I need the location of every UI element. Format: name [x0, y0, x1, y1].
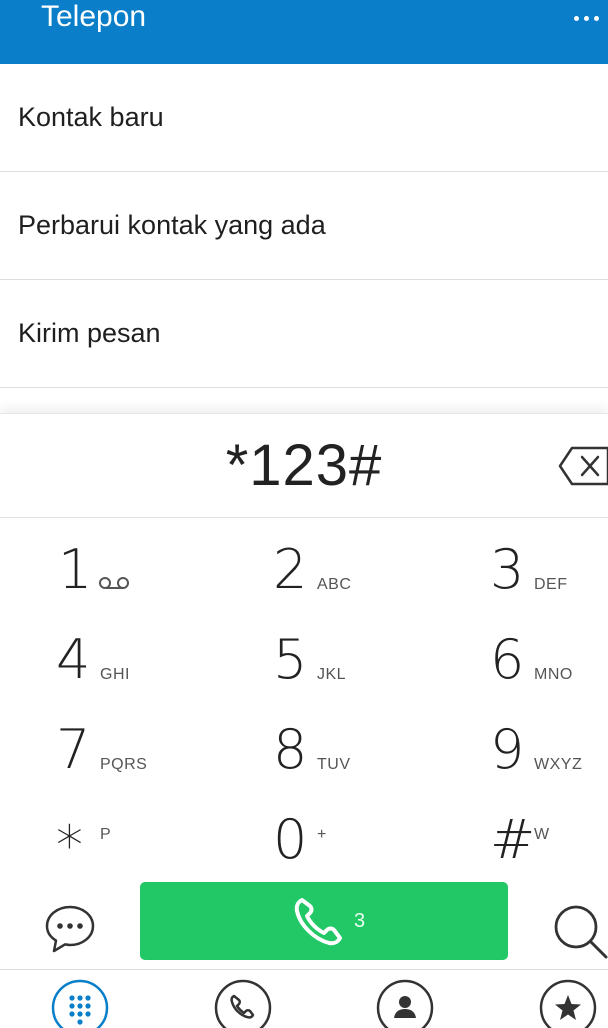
- key-digit: 2: [273, 538, 308, 601]
- dialer-panel: *123# 1 2 ABC 3 DEF 4 GHI 5 JKL 6 MNO 7 …: [0, 413, 608, 1028]
- menu-item-send-message[interactable]: Kirim pesan: [0, 280, 608, 388]
- key-digit: 0: [273, 808, 308, 871]
- key-letters: GHI: [100, 666, 130, 683]
- backspace-icon[interactable]: [558, 444, 608, 488]
- key-2[interactable]: 2 ABC: [273, 540, 453, 620]
- app-bar: Telepon: [0, 0, 608, 64]
- key-letters: TUV: [317, 756, 351, 773]
- sim-label: 3: [354, 910, 366, 932]
- message-icon[interactable]: [44, 903, 96, 955]
- favorites-star-icon[interactable]: [538, 978, 598, 1028]
- key-letters: WXYZ: [534, 756, 583, 773]
- dialed-number[interactable]: *123#: [0, 434, 608, 498]
- key-digit: 9: [490, 718, 525, 781]
- phone-icon: [294, 898, 342, 946]
- key-3[interactable]: 3 DEF: [490, 540, 608, 620]
- key-hash[interactable]: # W: [490, 810, 608, 890]
- key-letters: ABC: [317, 576, 352, 593]
- menu-item-label: Kirim pesan: [18, 318, 161, 348]
- menu-item-new-contact[interactable]: Kontak baru: [0, 64, 608, 172]
- key-digit: 5: [273, 628, 308, 691]
- key-digit: #: [490, 808, 536, 871]
- key-letters: P: [100, 826, 112, 843]
- key-7[interactable]: 7 PQRS: [56, 720, 236, 800]
- key-9[interactable]: 9 WXYZ: [490, 720, 608, 800]
- key-letters: DEF: [534, 576, 568, 593]
- key-star[interactable]: * P: [56, 810, 236, 890]
- call-log-icon[interactable]: [213, 978, 273, 1028]
- key-letters: PQRS: [100, 756, 148, 773]
- key-4[interactable]: 4 GHI: [56, 630, 236, 710]
- voicemail-icon: [99, 577, 129, 589]
- key-digit: 4: [56, 628, 91, 691]
- key-6[interactable]: 6 MNO: [490, 630, 608, 710]
- key-digit: 3: [490, 538, 525, 601]
- key-letters: +: [317, 826, 327, 843]
- bottom-navigation: [0, 969, 608, 1028]
- call-button[interactable]: 3: [140, 882, 508, 960]
- key-digit: *: [56, 814, 83, 877]
- key-8[interactable]: 8 TUV: [273, 720, 453, 800]
- key-letters: JKL: [317, 666, 347, 683]
- dialer-options-menu: Kontak baru Perbarui kontak yang ada Kir…: [0, 64, 608, 388]
- action-row: 3: [0, 882, 608, 962]
- search-icon[interactable]: [552, 903, 608, 959]
- menu-item-update-contact[interactable]: Perbarui kontak yang ada: [0, 172, 608, 280]
- key-digit: 8: [273, 718, 308, 781]
- key-digit: 1: [58, 538, 93, 601]
- more-options-icon[interactable]: [564, 8, 608, 28]
- app-title: Telepon: [41, 0, 147, 33]
- contacts-icon[interactable]: [375, 978, 435, 1028]
- key-1[interactable]: 1: [58, 540, 238, 620]
- key-letters: MNO: [534, 666, 573, 683]
- menu-item-label: Perbarui kontak yang ada: [18, 210, 326, 240]
- number-display: *123#: [0, 414, 608, 518]
- key-letters: W: [534, 826, 550, 843]
- dialpad-icon[interactable]: [50, 978, 110, 1028]
- key-0[interactable]: 0 +: [273, 810, 453, 890]
- key-digit: 6: [490, 628, 525, 691]
- key-digit: 7: [56, 718, 91, 781]
- key-5[interactable]: 5 JKL: [273, 630, 453, 710]
- menu-item-label: Kontak baru: [18, 102, 164, 132]
